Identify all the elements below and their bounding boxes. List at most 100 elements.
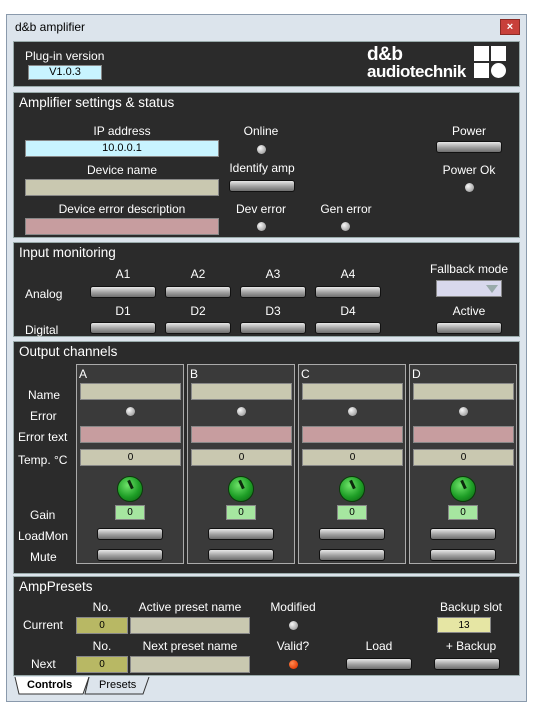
device-name-label: Device name: [86, 163, 158, 177]
fallback-mode-label: Fallback mode: [429, 262, 509, 276]
channel-name-field: [80, 383, 181, 400]
channel-temp-field: 0: [191, 449, 292, 466]
gain-value-field[interactable]: 0: [115, 505, 145, 520]
add-backup-button[interactable]: [434, 658, 500, 670]
title-bar: d&b amplifier ×: [7, 15, 526, 39]
row-label-mute: Mute: [30, 550, 57, 564]
channel-error-text-field: [302, 426, 403, 443]
channel-name-field: [191, 383, 292, 400]
next-preset-no-field[interactable]: 0: [76, 656, 128, 673]
logo-square-1: [474, 46, 489, 61]
dev-error-label: Dev error: [235, 202, 286, 216]
backup-slot-field[interactable]: 13: [437, 617, 491, 633]
mute-button[interactable]: [319, 549, 385, 561]
next-no-label: No.: [92, 639, 112, 653]
ip-address-label: IP address: [93, 124, 151, 138]
load-button[interactable]: [346, 658, 412, 670]
plugin-panel: Plug-in version V1.0.3 d&b audiotechnik: [13, 41, 520, 87]
dev-error-led: [257, 222, 266, 231]
channel-id: B: [190, 367, 199, 381]
row-label-loadmon: LoadMon: [18, 529, 69, 543]
output-channels-title: Output channels: [19, 344, 118, 359]
analog-a4-label: A4: [340, 267, 356, 281]
channel-error-led: [348, 407, 357, 416]
loadmon-button[interactable]: [430, 528, 496, 540]
gain-knob[interactable]: [339, 476, 365, 502]
modified-label: Modified: [270, 600, 316, 614]
digital-d2-indicator: [165, 322, 231, 334]
amp-settings-title: Amplifier settings & status: [19, 95, 175, 110]
loadmon-button[interactable]: [319, 528, 385, 540]
digital-d3-label: D3: [265, 304, 281, 318]
plugin-version-label: Plug-in version: [25, 49, 105, 63]
chevron-down-icon: [486, 285, 498, 293]
channel-name-field: [413, 383, 514, 400]
channel-temp-field: 0: [80, 449, 181, 466]
channel-temp-field: 0: [302, 449, 403, 466]
active-preset-name-field: [130, 617, 250, 634]
analog-a2-indicator: [165, 286, 231, 298]
add-backup-label: + Backup: [445, 639, 497, 653]
row-label-name: Name: [28, 388, 61, 402]
digital-d1-indicator: [90, 322, 156, 334]
channel-error-text-field: [413, 426, 514, 443]
channel-id: D: [412, 367, 421, 381]
loadmon-button[interactable]: [97, 528, 163, 540]
channel-c: C 0 0: [298, 364, 406, 564]
online-led: [257, 145, 266, 154]
channel-a: A 0 0: [76, 364, 184, 564]
gain-knob[interactable]: [117, 476, 143, 502]
active-label: Active: [452, 304, 486, 318]
identify-label: Identify amp: [229, 161, 295, 175]
mute-button[interactable]: [430, 549, 496, 561]
channel-temp-field: 0: [413, 449, 514, 466]
analog-a3-indicator: [240, 286, 306, 298]
gain-value-field[interactable]: 0: [226, 505, 256, 520]
next-preset-name-label: Next preset name: [142, 639, 238, 653]
power-button[interactable]: [436, 141, 502, 153]
channel-error-led: [237, 407, 246, 416]
current-preset-no-field: 0: [76, 617, 128, 634]
logo-circle: [491, 63, 506, 78]
mute-button[interactable]: [97, 549, 163, 561]
tab-presets[interactable]: Presets: [99, 677, 136, 694]
ip-address-input[interactable]: 10.0.0.1: [25, 140, 219, 157]
logo-text-audiotechnik: audiotechnik: [367, 62, 466, 81]
current-label: Current: [23, 618, 64, 632]
plugin-version-field: V1.0.3: [28, 65, 102, 80]
analog-a3-label: A3: [265, 267, 281, 281]
gain-value-field[interactable]: 0: [337, 505, 367, 520]
tab-controls[interactable]: Controls: [27, 677, 72, 694]
amp-settings-panel: Amplifier settings & status IP address 1…: [13, 92, 520, 238]
identify-amp-button[interactable]: [229, 180, 295, 192]
channel-id: A: [79, 367, 88, 381]
input-monitoring-title: Input monitoring: [19, 245, 116, 260]
analog-a2-label: A2: [190, 267, 206, 281]
row-label-gain: Gain: [30, 508, 56, 522]
mute-button[interactable]: [208, 549, 274, 561]
modified-led: [289, 621, 298, 630]
row-label-error-text: Error text: [18, 430, 68, 444]
digital-d2-label: D2: [190, 304, 206, 318]
digital-label: Digital: [25, 323, 59, 337]
fallback-mode-dropdown[interactable]: [436, 280, 502, 297]
gain-knob[interactable]: [228, 476, 254, 502]
gain-knob[interactable]: [450, 476, 476, 502]
row-label-temp: Temp. °C: [18, 453, 68, 467]
loadmon-button[interactable]: [208, 528, 274, 540]
load-label: Load: [365, 639, 393, 653]
next-label: Next: [31, 657, 56, 671]
input-monitoring-panel: Input monitoring Analog Digital A1 A2 A3…: [13, 242, 520, 337]
logo-square-2: [491, 46, 506, 61]
device-error-field: [25, 218, 219, 235]
digital-d4-indicator: [315, 322, 381, 334]
close-button[interactable]: ×: [500, 19, 520, 35]
analog-a1-indicator: [90, 286, 156, 298]
gain-value-field[interactable]: 0: [448, 505, 478, 520]
channel-error-text-field: [80, 426, 181, 443]
logo-square-3: [474, 63, 489, 78]
digital-d4-label: D4: [340, 304, 356, 318]
amp-presets-panel: AmpPresets Current Next No. 0 Active pre…: [13, 576, 520, 676]
channel-b: B 0 0: [187, 364, 295, 564]
row-label-error: Error: [30, 409, 57, 423]
